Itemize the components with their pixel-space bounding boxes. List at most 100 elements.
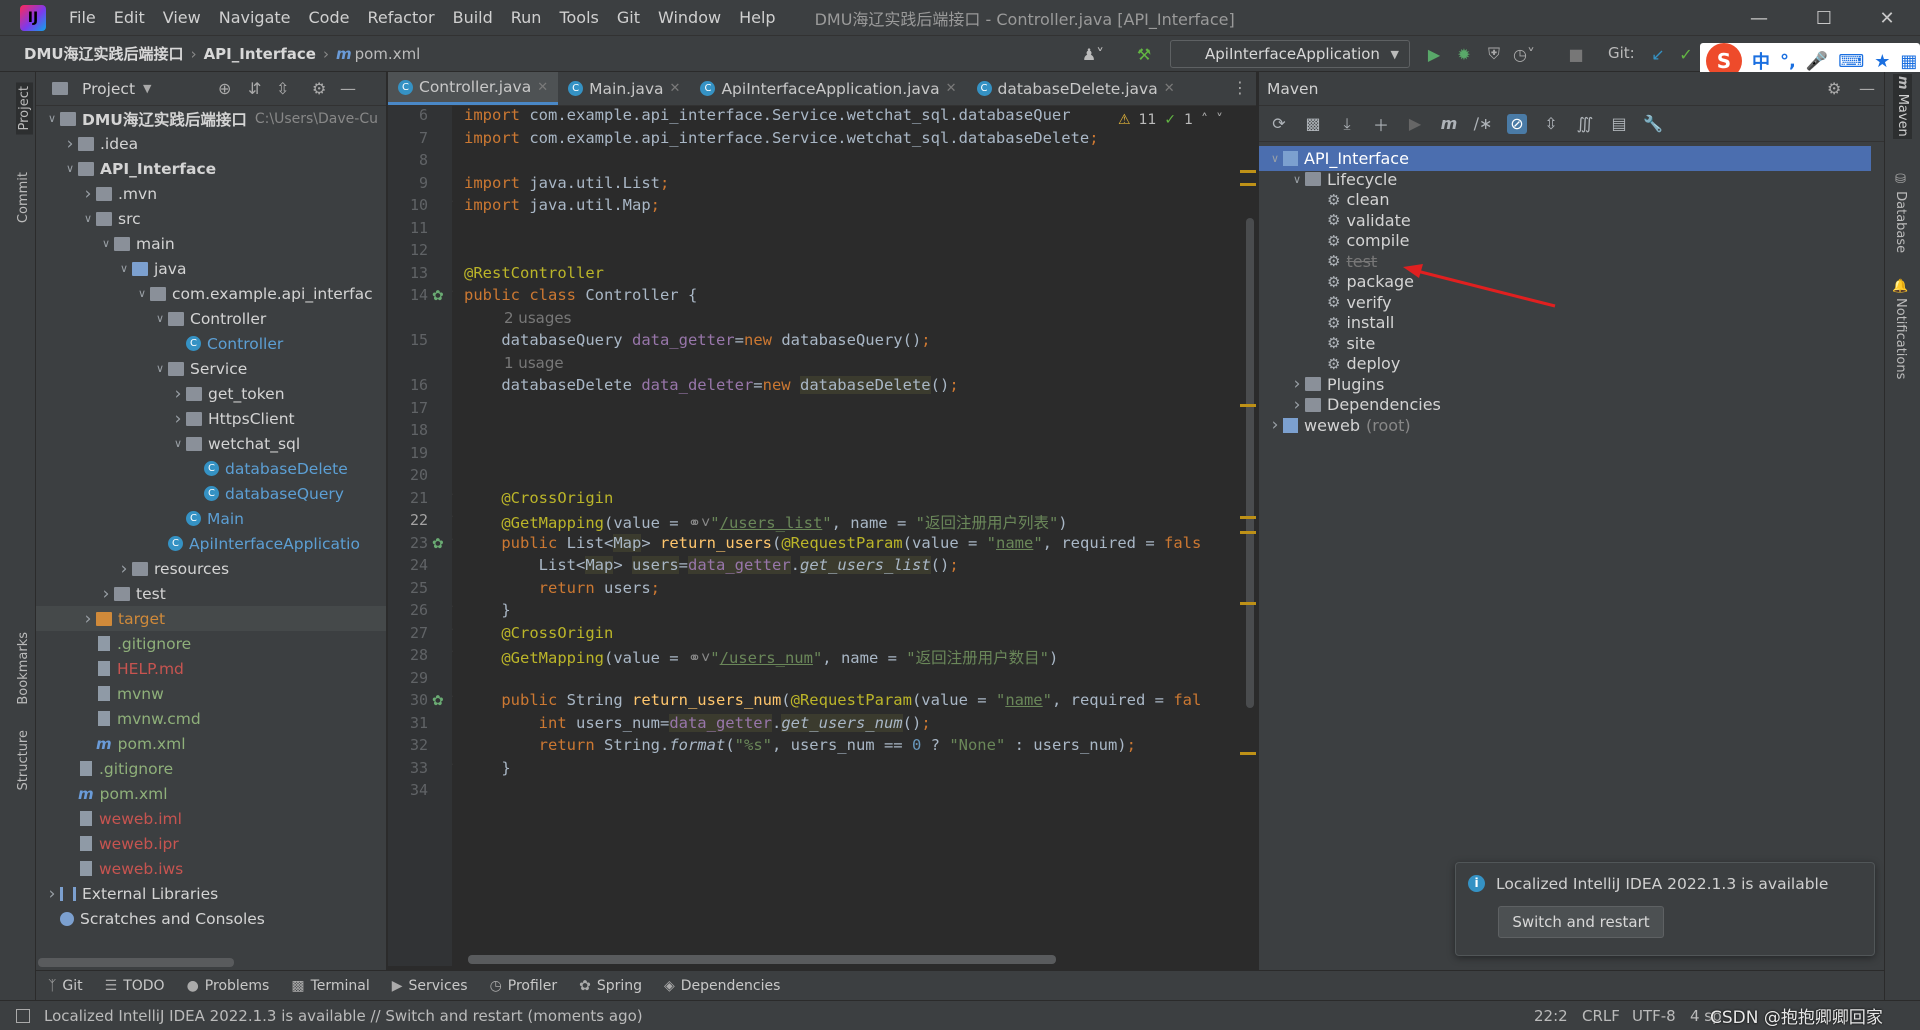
caret-position[interactable]: 22:2 — [1534, 1007, 1568, 1025]
file-encoding[interactable]: UTF-8 — [1632, 1007, 1676, 1025]
chevron-right-icon[interactable]: › — [1267, 415, 1283, 435]
status-message[interactable]: Localized IntelliJ IDEA 2022.1.3 is avai… — [44, 1007, 643, 1025]
chevron-down-icon[interactable]: ∨ — [1267, 152, 1283, 165]
breadcrumb-project[interactable]: DMU海辽实践后端接口 — [20, 43, 188, 64]
debug-icon[interactable]: ✹ — [1454, 44, 1474, 64]
ime-punct-icon[interactable]: °, — [1780, 51, 1796, 72]
code-line[interactable]: } — [464, 759, 510, 777]
chevron-down-icon[interactable]: ∨ — [44, 112, 60, 125]
code-line[interactable]: import com.example.api_interface.Service… — [464, 106, 1071, 124]
toggle-tool-windows-icon[interactable] — [16, 1008, 30, 1023]
horizontal-scrollbar[interactable] — [38, 958, 234, 967]
dependency-analyzer-icon[interactable]: ∭ — [1575, 114, 1595, 134]
warning-mark[interactable] — [1240, 752, 1256, 755]
menu-navigate[interactable]: Navigate — [210, 0, 300, 36]
code-line[interactable]: @GetMapping(value = ⚭˅"/users_list", nam… — [464, 511, 1067, 533]
project-tree-item[interactable]: ∨ wetchat_sql — [36, 431, 386, 456]
project-tree-item[interactable]: › .idea — [36, 131, 386, 156]
project-tree-item[interactable]: ∨ API_Interface — [36, 156, 386, 181]
hide-panel-icon[interactable]: — — [340, 79, 356, 98]
tab-apiinterfaceapplication-java[interactable]: C ApiInterfaceApplication.java ✕ — [690, 72, 966, 105]
chevron-down-icon[interactable]: ∨ — [62, 162, 78, 175]
code-line[interactable]: public List<Map> return_users(@RequestPa… — [464, 533, 1201, 552]
project-tree-item[interactable]: ∨ Controller — [36, 306, 386, 331]
warning-mark[interactable] — [1240, 516, 1256, 519]
structure-tool-tab[interactable]: Structure — [16, 730, 31, 790]
project-tree-item[interactable]: › resources — [36, 556, 386, 581]
toggle-offline-icon[interactable]: ∕∗ — [1473, 114, 1493, 134]
code-line[interactable]: databaseQuery data_getter=new databaseQu… — [464, 331, 930, 349]
tool-dependencies[interactable]: ◈ Dependencies — [664, 978, 780, 994]
tab-main-java[interactable]: C Main.java ✕ — [558, 72, 690, 105]
breadcrumb-module[interactable]: API_Interface — [200, 45, 320, 63]
chevron-down-icon[interactable]: ∨ — [134, 287, 150, 300]
collapse-all-icon[interactable]: ⇳ — [1541, 114, 1561, 134]
project-tree-item[interactable]: ∨ src — [36, 206, 386, 231]
warning-mark[interactable] — [1240, 170, 1256, 173]
warning-mark[interactable] — [1240, 404, 1256, 407]
chevron-right-icon[interactable]: › — [116, 559, 132, 579]
skip-tests-icon[interactable]: ⊘ — [1507, 113, 1527, 134]
chevron-down-icon[interactable]: ∨ — [170, 437, 186, 450]
coverage-icon[interactable]: ⛨ — [1484, 44, 1504, 64]
project-tree-item[interactable]: CdatabaseDelete — [36, 456, 386, 481]
spring-bean-icon[interactable]: ✿ — [432, 693, 444, 709]
profile-icon[interactable]: ◷˅ — [1513, 44, 1535, 64]
project-tree-item[interactable]: weweb.iml — [36, 806, 386, 831]
chevron-right-icon[interactable]: › — [44, 884, 60, 904]
editor-scrollbar[interactable] — [1244, 106, 1256, 966]
project-tree-item[interactable]: C ApiInterfaceApplicatio — [36, 531, 386, 556]
menu-tools[interactable]: Tools — [550, 0, 607, 36]
chevron-down-icon[interactable]: ▼ — [143, 82, 151, 95]
download-icon[interactable]: ⤓ — [1337, 114, 1357, 134]
project-tool-tab[interactable]: Project — [16, 82, 33, 135]
close-tab-icon[interactable]: ✕ — [537, 80, 548, 95]
code-line[interactable]: @CrossOrigin — [464, 489, 613, 507]
code-editor[interactable]: import com.example.api_interface.Service… — [452, 106, 1256, 966]
project-tree-item[interactable]: › .mvn — [36, 181, 386, 206]
tool-todo[interactable]: ☰ TODO — [105, 978, 165, 994]
intellij-logo-icon[interactable]: IJ — [20, 4, 46, 31]
chevron-right-icon[interactable]: › — [170, 384, 186, 404]
code-line[interactable]: import com.example.api_interface.Service… — [464, 129, 1099, 147]
project-tree-item[interactable]: ∨ java — [36, 256, 386, 281]
chevron-down-icon[interactable]: ∨ — [152, 312, 168, 325]
ime-mic-icon[interactable]: 🎤 — [1806, 51, 1828, 72]
chevron-down-icon[interactable]: ∨ — [1289, 173, 1305, 186]
project-tree-item[interactable]: ∨ main — [36, 231, 386, 256]
code-line[interactable]: return users; — [464, 579, 660, 597]
code-line[interactable]: databaseDelete data_deleter=new database… — [464, 376, 959, 394]
spring-bean-icon[interactable]: ✿ — [432, 536, 444, 552]
menu-file[interactable]: File — [60, 0, 105, 36]
menu-code[interactable]: Code — [300, 0, 359, 36]
locate-icon[interactable]: ⊕ — [218, 79, 231, 98]
run-icon[interactable]: ▶ — [1424, 44, 1444, 64]
execute-goal-icon[interactable]: m — [1439, 114, 1459, 134]
code-line[interactable]: @CrossOrigin — [464, 624, 613, 642]
git-update-icon[interactable]: ↙ — [1648, 44, 1668, 64]
menu-window[interactable]: Window — [649, 0, 730, 36]
warning-mark[interactable] — [1240, 602, 1256, 605]
project-tree-item[interactable]: › test — [36, 581, 386, 606]
project-tree-item[interactable]: mvnw.cmd — [36, 706, 386, 731]
build-hammer-icon[interactable]: ⚒ — [1134, 44, 1154, 64]
generate-sources-icon[interactable]: ▩ — [1303, 114, 1323, 134]
ime-skin-icon[interactable]: ★ — [1874, 51, 1890, 72]
commit-tool-tab[interactable]: Commit — [16, 172, 31, 223]
expand-all-icon[interactable]: ⇵ — [248, 79, 261, 98]
code-line[interactable]: int users_num=data_getter.get_users_num(… — [464, 713, 931, 732]
run-configuration-select[interactable]: ApiInterfaceApplication ▼ — [1170, 40, 1410, 68]
chevron-right-icon[interactable]: › — [80, 184, 96, 204]
spring-bean-icon[interactable]: ✿ — [432, 288, 444, 304]
tool-spring[interactable]: ✿ Spring — [579, 978, 642, 994]
code-line[interactable]: return String.format("%s", users_num == … — [464, 736, 1136, 754]
tool-profiler[interactable]: ◷ Profiler — [490, 978, 558, 994]
tool-terminal[interactable]: ▩ Terminal — [291, 978, 369, 994]
project-tree-item[interactable]: › get_token — [36, 381, 386, 406]
ime-keyboard-icon[interactable]: ⌨ — [1838, 51, 1864, 72]
warning-mark[interactable] — [1240, 183, 1256, 186]
tool-problems[interactable]: ● Problems — [187, 978, 270, 994]
run-icon[interactable]: ▶ — [1405, 114, 1425, 134]
project-tree-item[interactable]: m pom.xml — [36, 781, 386, 806]
maven-tool-tab[interactable]: m Maven — [1893, 74, 1912, 139]
